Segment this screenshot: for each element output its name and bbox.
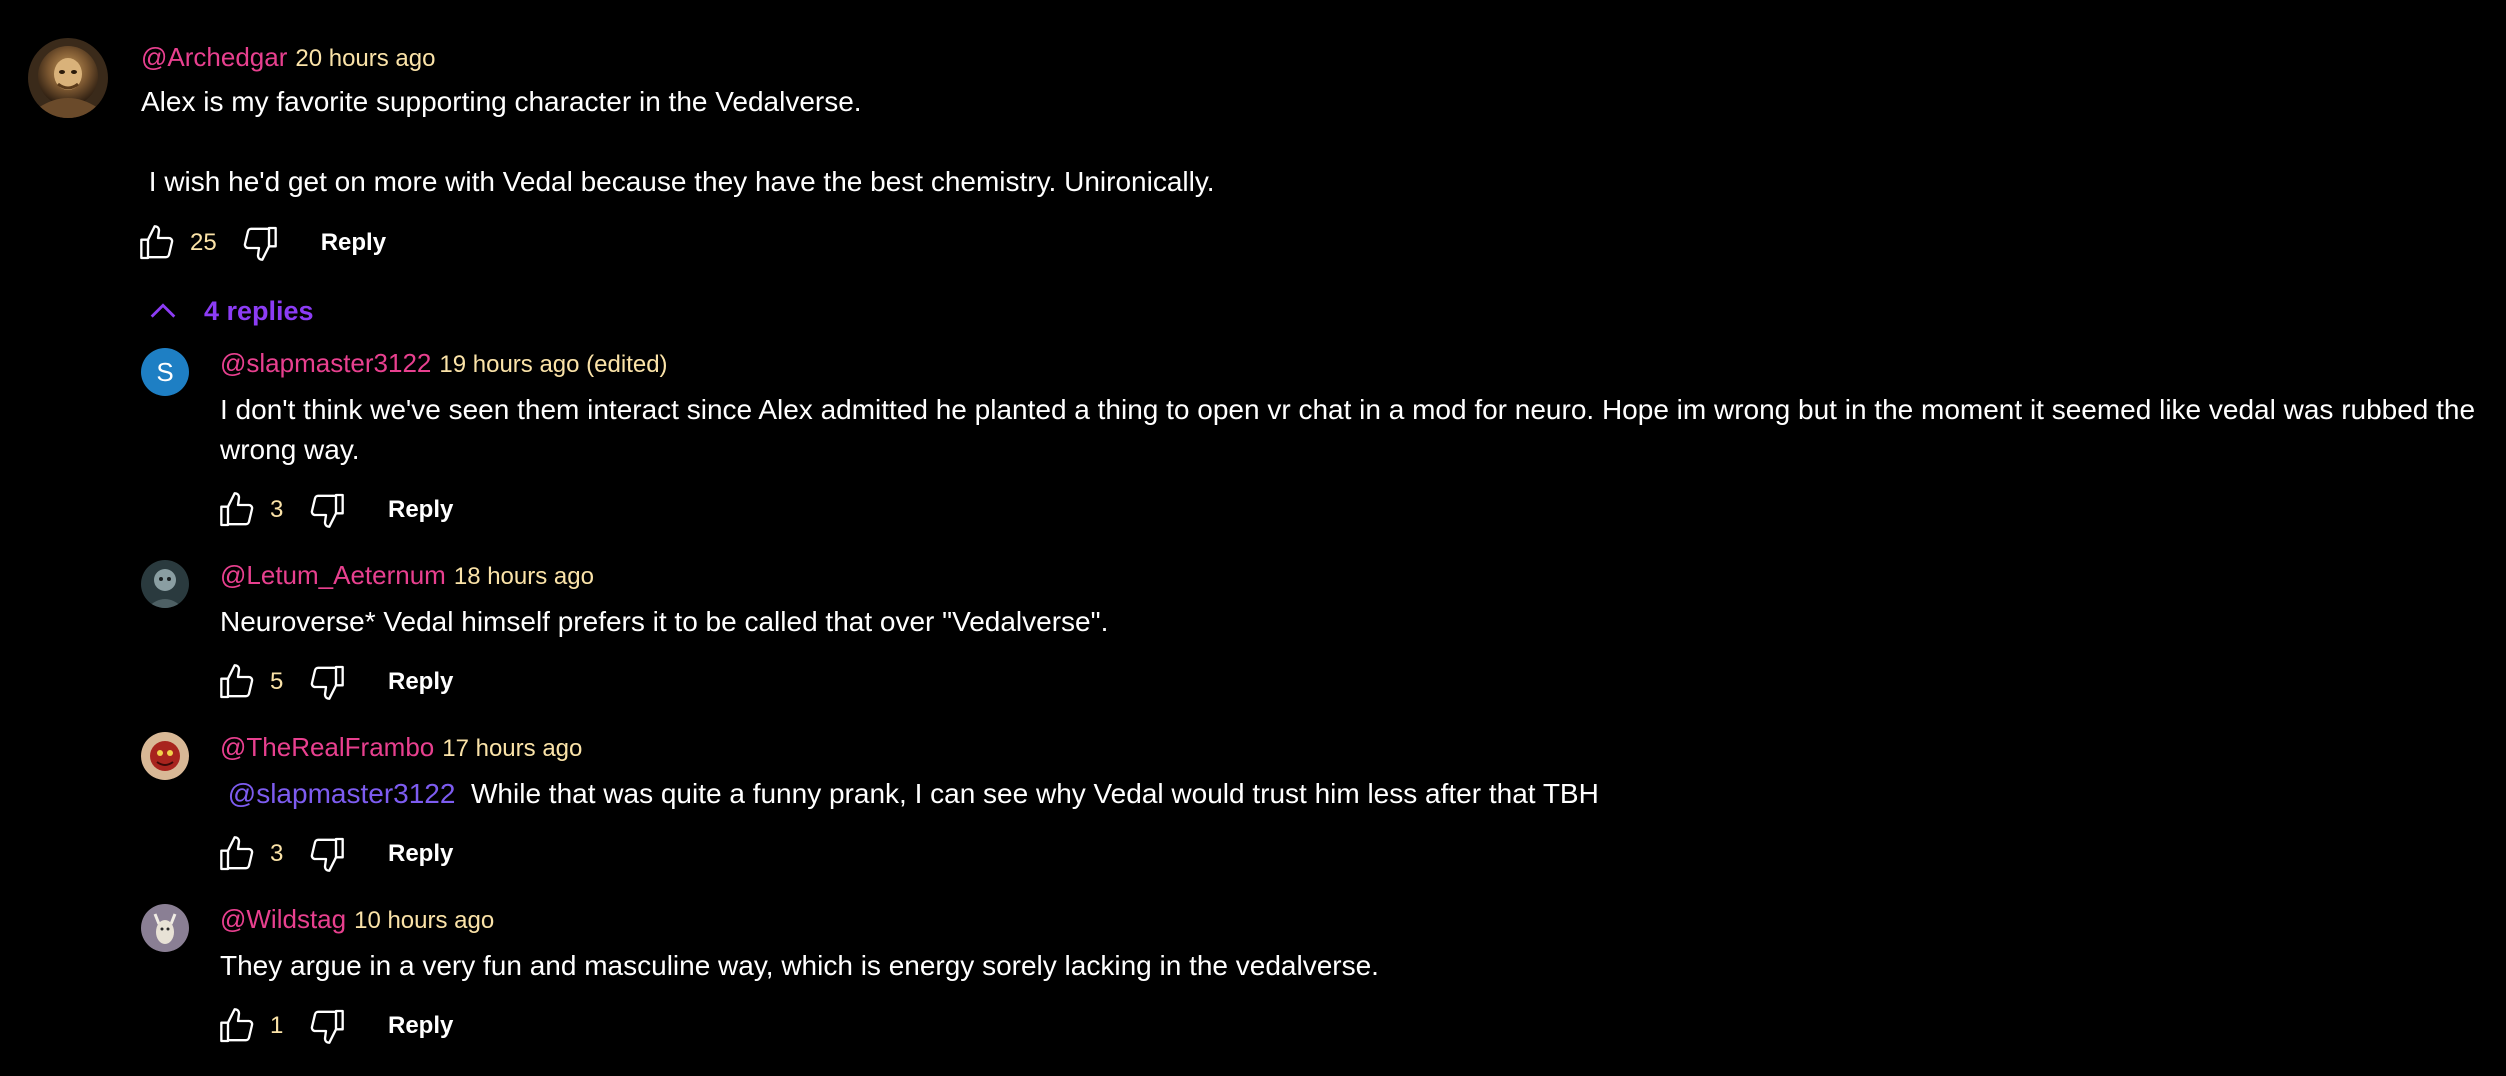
top-comment-meta: @Archedgar 20 hours ago (141, 42, 435, 74)
stag-avatar-icon (141, 904, 189, 952)
reply-comment: @Wildstag 10 hours ago They argue in a ve… (0, 896, 2506, 1066)
reply-button[interactable]: Reply (388, 1012, 453, 1040)
comment-timestamp[interactable]: 20 hours ago (295, 45, 435, 72)
armored-warrior-avatar-icon (28, 38, 108, 118)
comment-actions: 5 Reply (216, 662, 453, 702)
thumbs-up-icon (220, 664, 254, 699)
replies-toggle[interactable]: 4 replies (146, 294, 314, 328)
comment-text-content: While that was quite a funny prank, I ca… (471, 778, 1599, 809)
comment-actions: 3 Reply (216, 490, 453, 530)
avatar-letter: S (156, 356, 174, 387)
reply-comment: @Letum_Aeternum 18 hours ago Neuroverse* … (0, 552, 2506, 712)
thumbs-down-icon (243, 226, 277, 261)
like-button[interactable] (216, 832, 260, 876)
top-comment: @Archedgar 20 hours ago Alex is my favori… (0, 0, 2506, 290)
comment-author[interactable]: @Archedgar (141, 42, 287, 72)
reply-meta: @Letum_Aeternum 18 hours ago (220, 560, 594, 592)
comment-timestamp[interactable]: 18 hours ago (454, 563, 594, 590)
mention-link[interactable]: @slapmaster3122 (228, 778, 456, 809)
thumbs-down-icon (310, 1009, 344, 1044)
wildstag-avatar[interactable] (141, 904, 189, 952)
thumbs-down-icon (310, 837, 344, 872)
reply-comment: S @slapmaster3122 19 hours ago (edited) I… (0, 340, 2506, 540)
comment-timestamp[interactable]: 19 hours ago (edited) (439, 351, 667, 378)
dislike-button[interactable] (304, 488, 348, 532)
chevron-up-icon (150, 303, 176, 318)
like-count: 3 (270, 496, 284, 523)
dark-portrait-avatar-icon (141, 560, 189, 608)
like-button[interactable] (216, 488, 260, 532)
thumbs-down-icon (310, 665, 344, 700)
comment-timestamp[interactable]: 10 hours ago (354, 907, 494, 934)
dislike-button[interactable] (304, 832, 348, 876)
thumbs-up-icon (140, 225, 174, 260)
reply-meta: @TheRealFrambo 17 hours ago (220, 732, 582, 764)
dislike-button[interactable] (304, 1004, 348, 1048)
reply-meta: @slapmaster3122 19 hours ago (edited) (220, 348, 668, 380)
thumbs-down-icon (310, 493, 344, 528)
letum-aeternum-avatar[interactable] (141, 560, 189, 608)
like-button[interactable] (136, 221, 180, 265)
red-creature-avatar-icon (141, 732, 189, 780)
comment-text: @slapmaster3122 While that was quite a f… (220, 774, 2490, 814)
comment-text: Neuroverse* Vedal himself prefers it to … (220, 606, 1109, 637)
comment-timestamp[interactable]: 17 hours ago (442, 735, 582, 762)
reply-comment: @TheRealFrambo 17 hours ago @slapmaster31… (0, 724, 2506, 884)
archedgar-avatar[interactable] (28, 38, 108, 118)
comment-text: They argue in a very fun and masculine w… (220, 950, 1379, 981)
reply-button[interactable]: Reply (388, 840, 453, 868)
thumbs-up-icon (220, 836, 254, 871)
like-count: 1 (270, 1012, 284, 1039)
comment-actions: 1 Reply (216, 1006, 453, 1046)
reply-meta: @Wildstag 10 hours ago (220, 904, 494, 936)
comment-author[interactable]: @TheRealFrambo (220, 732, 434, 762)
thumbs-up-icon (220, 492, 254, 527)
comment-author[interactable]: @Wildstag (220, 904, 346, 934)
thumbs-up-icon (220, 1008, 254, 1043)
like-button[interactable] (216, 1004, 260, 1048)
comment-author[interactable]: @Letum_Aeternum (220, 560, 446, 590)
dislike-button[interactable] (304, 660, 348, 704)
comment-actions: 25 Reply (136, 223, 386, 263)
comment-author[interactable]: @slapmaster3122 (220, 348, 431, 378)
reply-button[interactable]: Reply (321, 229, 386, 257)
like-count: 3 (270, 840, 284, 867)
like-count: 25 (190, 229, 217, 256)
comment-actions: 3 Reply (216, 834, 453, 874)
reply-button[interactable]: Reply (388, 496, 453, 524)
comment-text: Alex is my favorite supporting character… (141, 86, 1215, 197)
like-button[interactable] (216, 660, 260, 704)
slapmaster-avatar[interactable]: S (141, 348, 189, 396)
dislike-button[interactable] (237, 221, 281, 265)
like-count: 5 (270, 668, 284, 695)
comment-text: I don't think we've seen them interact s… (220, 394, 2483, 465)
reply-button[interactable]: Reply (388, 668, 453, 696)
therealframbo-avatar[interactable] (141, 732, 189, 780)
replies-count-label: 4 replies (204, 295, 314, 326)
